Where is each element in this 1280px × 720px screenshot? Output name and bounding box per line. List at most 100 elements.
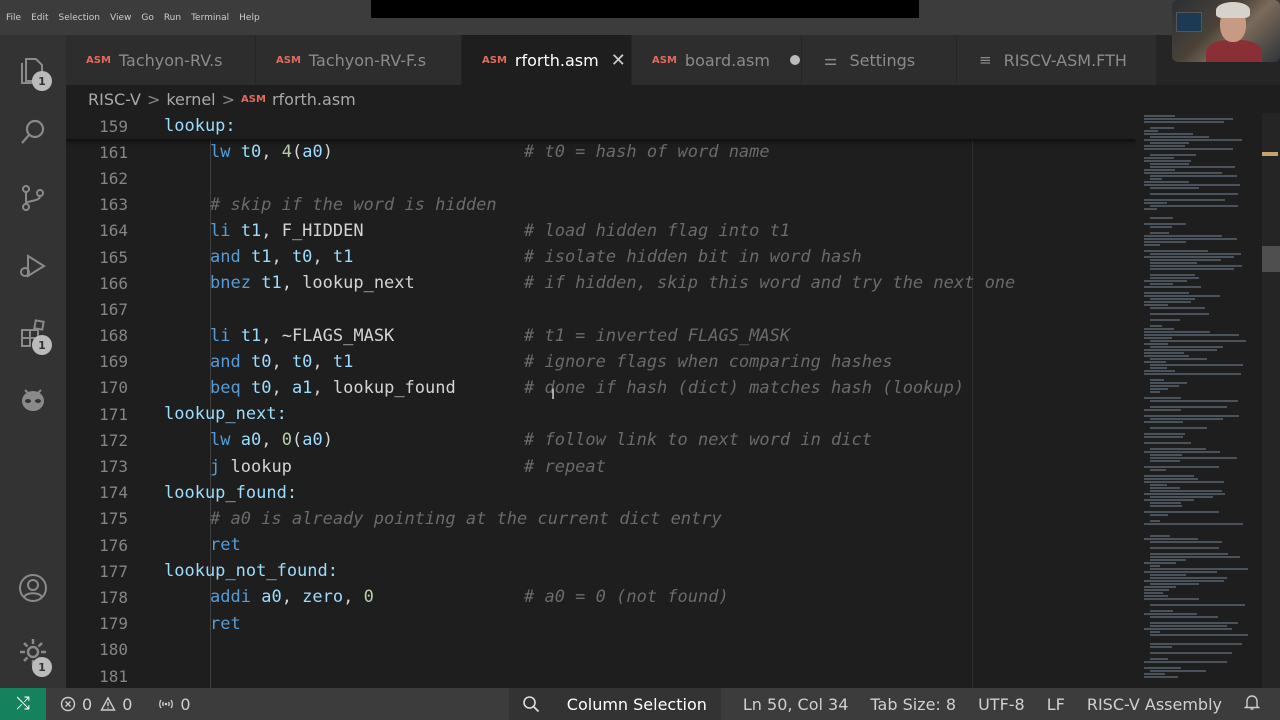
- code-text: lw t0, 4(a0): [210, 142, 333, 163]
- tab-board[interactable]: ASM board.asm: [632, 35, 802, 85]
- code-line[interactable]: 180: [66, 637, 1136, 663]
- code-line[interactable]: 179 ret: [66, 611, 1136, 637]
- line-number: 159: [99, 116, 128, 136]
- minimap[interactable]: [1136, 113, 1266, 688]
- code-line[interactable]: 176 ret: [66, 532, 1136, 558]
- code-line[interactable]: 167: [66, 296, 1136, 322]
- code-line[interactable]: 172 lw a0, 0(a0) # follow link to next wor…: [66, 427, 1136, 453]
- line-number: 173: [99, 457, 128, 477]
- tab-rforth[interactable]: ASM rforth.asm ✕: [462, 35, 632, 85]
- minimap-line: [1150, 520, 1160, 522]
- code-line[interactable]: 159 lookup:: [66, 113, 1136, 140]
- minimap-line: [1144, 256, 1234, 258]
- search-icon[interactable]: [16, 115, 50, 149]
- alien-icon[interactable]: [16, 383, 50, 417]
- minimap-line: [1150, 325, 1162, 327]
- ports-indicator[interactable]: 0: [158, 695, 191, 714]
- code-line[interactable]: 181: [66, 663, 1136, 688]
- line-number: 164: [99, 221, 128, 241]
- scroll-thumb[interactable]: [1262, 246, 1280, 272]
- code-editor[interactable]: 159 lookup: 161 lw t0, 4(a0) # t0 = hash of …: [66, 113, 1136, 688]
- breadcrumb-folder[interactable]: kernel: [166, 90, 215, 109]
- minimap-line: [1144, 673, 1165, 675]
- minimap-line: [1150, 568, 1248, 570]
- tab-tachyon-rv[interactable]: ASM Tachyon-RV.s: [66, 35, 256, 85]
- minimap-line: [1144, 436, 1183, 438]
- menu-run[interactable]: Run: [162, 13, 183, 23]
- tab-riscv-asm-fth[interactable]: ≡ RISCV-ASM.FTH: [957, 35, 1157, 85]
- minimap-line: [1144, 571, 1217, 573]
- line-number: 166: [99, 273, 128, 293]
- code-line[interactable]: 168 li t1, ~FLAGS_MASK # t1 = inverted FLA…: [66, 323, 1136, 349]
- tab-label: Tachyon-RV.s: [118, 50, 223, 70]
- tab-label: board.asm: [684, 50, 770, 70]
- cursor-position[interactable]: Ln 50, Col 34: [743, 695, 849, 714]
- menu-go[interactable]: Go: [139, 13, 155, 23]
- menu-selection[interactable]: Selection: [57, 13, 102, 23]
- minimap-line: [1150, 490, 1222, 492]
- line-number: 167: [99, 299, 128, 319]
- breadcrumb-root[interactable]: RISC-V: [88, 90, 141, 109]
- code-text: bnez t1, lookup_next: [210, 273, 415, 294]
- code-text: li t1, ~FLAGS_MASK: [210, 325, 395, 346]
- code-line[interactable]: 164 li t1, F_HIDDEN # load hidden flag int…: [66, 218, 1136, 244]
- code-line[interactable]: 169 and t0, t0, t1 # ignore flags when com…: [66, 349, 1136, 375]
- minimap-line: [1150, 154, 1196, 156]
- code-line[interactable]: 162: [66, 165, 1136, 191]
- code-line[interactable]: 173 j lookup # repeat: [66, 453, 1136, 479]
- breadcrumb-file[interactable]: rforth.asm: [272, 90, 356, 109]
- minimap-line: [1150, 547, 1219, 549]
- editor-scrollbar[interactable]: [1262, 113, 1280, 688]
- menu-terminal[interactable]: Terminal: [189, 13, 231, 23]
- minimap-line: [1150, 658, 1168, 660]
- language-mode[interactable]: RISC-V Assembly: [1087, 695, 1222, 714]
- minimap-line: [1150, 193, 1238, 195]
- tab-settings[interactable]: ⚌ Settings: [802, 35, 957, 85]
- code-line[interactable]: 161 lw t0, 4(a0) # t0 = hash of word name: [66, 139, 1136, 165]
- code-line[interactable]: 171 lookup_next:: [66, 401, 1136, 427]
- minimap-line: [1144, 121, 1224, 123]
- code-text: li t1, F_HIDDEN: [210, 220, 364, 241]
- code-line[interactable]: 163 # skip if the word is hidden: [66, 192, 1136, 218]
- line-number: 181: [99, 666, 128, 686]
- source-control-icon[interactable]: [16, 181, 50, 215]
- minimap-line: [1150, 391, 1160, 393]
- line-number: 174: [99, 483, 128, 503]
- code-line[interactable]: 177 lookup_not_found:: [66, 558, 1136, 584]
- minimap-line: [1150, 163, 1189, 165]
- bell-icon[interactable]: [1243, 693, 1261, 715]
- minimap-line: [1150, 205, 1238, 207]
- code-line[interactable]: 178 addi a0, zero, 0 # a0 = 0 (not found): [66, 584, 1136, 610]
- tab-tachyon-rv-f[interactable]: ASM Tachyon-RV-F.s: [256, 35, 462, 85]
- code-line[interactable]: 175 # a0 is already pointing at the curre…: [66, 506, 1136, 532]
- breadcrumb: RISC-V > kernel > ASM rforth.asm: [66, 85, 1280, 113]
- menu-file[interactable]: File: [4, 13, 23, 23]
- code-line[interactable]: 165 and t1, t0, t1 # isolate hidden bit in…: [66, 244, 1136, 270]
- unsaved-dot-icon[interactable]: [789, 55, 800, 65]
- account-icon[interactable]: [16, 571, 50, 605]
- encoding[interactable]: UTF-8: [978, 695, 1025, 714]
- minimap-line: [1150, 298, 1195, 300]
- minimap-line: [1150, 178, 1162, 180]
- status-bar: ⤭ 0 0 0 Column Selection Ln 50, Col 34 T…: [0, 688, 1280, 720]
- column-selection-mode[interactable]: Column Selection: [552, 688, 721, 720]
- minimap-line: [1144, 598, 1199, 600]
- menu-view[interactable]: View: [108, 13, 133, 23]
- minimap-line: [1144, 343, 1168, 345]
- code-line[interactable]: 170 beq t0, a1, lookup_found # done if has…: [66, 375, 1136, 401]
- remote-icon[interactable]: ⤭: [0, 688, 46, 720]
- minimap-line: [1150, 274, 1195, 276]
- menu-edit[interactable]: Edit: [29, 13, 50, 23]
- menu-help[interactable]: Help: [237, 13, 262, 23]
- line-number: 171: [99, 404, 128, 424]
- minimap-line: [1150, 625, 1227, 627]
- run-debug-icon[interactable]: [16, 249, 50, 283]
- close-icon[interactable]: ✕: [611, 50, 626, 71]
- end-of-line[interactable]: LF: [1047, 695, 1065, 714]
- code-line[interactable]: 166 bnez t1, lookup_next # if hidden, skip…: [66, 270, 1136, 296]
- tab-size[interactable]: Tab Size: 8: [870, 695, 956, 714]
- zoom-icon[interactable]: [508, 688, 553, 720]
- minimap-line: [1144, 592, 1163, 594]
- code-line[interactable]: 174 lookup_found:: [66, 480, 1136, 506]
- problems-indicator[interactable]: 0 0: [60, 695, 132, 714]
